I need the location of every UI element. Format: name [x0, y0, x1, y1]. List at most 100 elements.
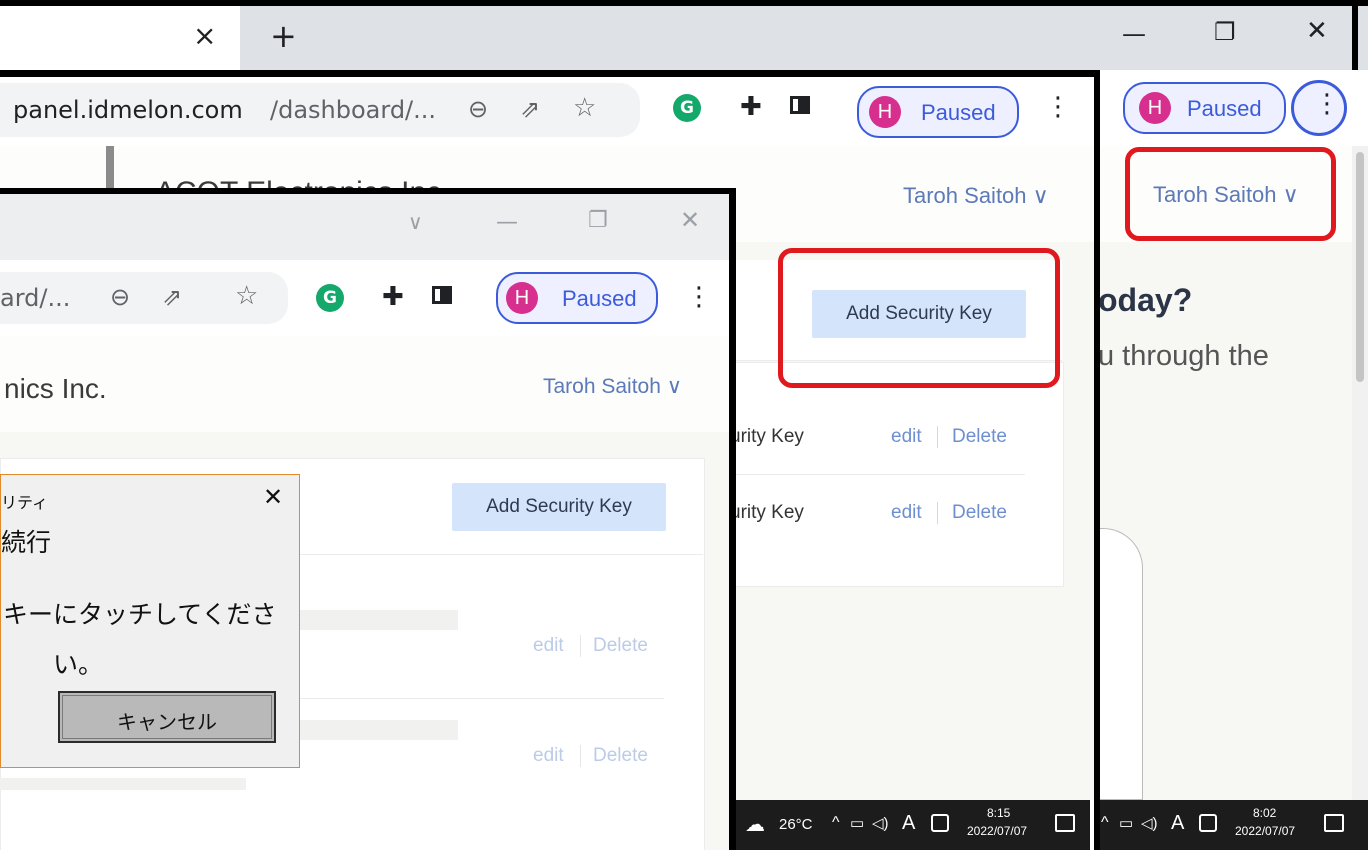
front-add-security-key-button[interactable]: Add Security Key [452, 483, 666, 531]
back-card [1098, 528, 1143, 800]
front-key-edit-link-1[interactable]: edit [533, 635, 564, 657]
front-close-icon[interactable]: ✕ [680, 208, 700, 232]
back-maximize-icon[interactable]: ❐ [1214, 20, 1236, 44]
front-user-menu[interactable]: Taroh Saitoh ∨ [543, 374, 682, 399]
middle-user-menu[interactable]: Taroh Saitoh ∨ [903, 183, 1049, 209]
front-address-bar[interactable]: ard/... ⊖ ⇗ ☆ [0, 272, 288, 324]
url-path: /dashboard/... [270, 96, 437, 124]
middle-toolbar: panel.idmelon.com/dashboard/... ⊖ ⇗ ☆ G … [0, 76, 1100, 147]
front-minimize-icon[interactable]: — [496, 212, 518, 234]
tray-chevron-icon[interactable]: ^ [1101, 814, 1109, 832]
back-taskbar: ^ ▭ ◁) A 8:02 2022/07/07 [1095, 800, 1368, 850]
dialog-cancel-button[interactable]: キャンセル [58, 691, 276, 743]
back-avatar: H [1139, 92, 1171, 124]
middle-taskbar: ☁ 26°C ^ ▭ ◁) A 8:15 2022/07/07 [735, 800, 1090, 850]
front-kebab-menu-icon[interactable]: ⋮ [686, 284, 712, 310]
middle-row-divider [735, 474, 1025, 475]
front-maximize-icon[interactable]: ❐ [588, 210, 608, 232]
tab-close-icon[interactable]: × [193, 22, 216, 50]
middle-key-delete-link-1[interactable]: Delete [952, 426, 1007, 448]
front-window-right-border [729, 188, 736, 850]
middle-kebab-menu-icon[interactable]: ⋮ [1045, 94, 1071, 120]
kebab-menu-icon: ⋮ [1314, 89, 1340, 119]
link-separator [937, 502, 938, 524]
link-separator [937, 426, 938, 448]
front-row-placeholder [0, 778, 246, 790]
front-avatar: H [506, 282, 538, 314]
share-icon[interactable]: ⇗ [520, 97, 540, 121]
link-separator [580, 745, 581, 767]
middle-clock-time[interactable]: 8:15 [987, 806, 1010, 820]
scrollbar-thumb[interactable] [1356, 152, 1364, 382]
back-clock-date[interactable]: 2022/07/07 [1235, 824, 1295, 838]
side-panel-icon[interactable] [790, 96, 810, 114]
middle-key-name-1: urity Key [730, 426, 804, 447]
link-separator [580, 635, 581, 657]
back-close-icon[interactable]: ✕ [1306, 18, 1328, 44]
front-profile-button[interactable]: H Paused [496, 272, 658, 324]
front-key-delete-link-1[interactable]: Delete [593, 635, 648, 657]
middle-address-bar[interactable]: panel.idmelon.com/dashboard/... ⊖ ⇗ ☆ [0, 83, 640, 137]
dialog-message-line1: キーにタッチしてくださ [3, 600, 277, 629]
front-row-divider [240, 698, 664, 699]
zoom-out-icon[interactable]: ⊖ [468, 97, 488, 121]
weather-temperature[interactable]: 26°C [779, 816, 813, 833]
ime-mode-label[interactable]: A [1171, 812, 1184, 835]
back-profile-button[interactable]: H Paused [1123, 82, 1286, 134]
notification-icon[interactable] [1055, 814, 1075, 832]
middle-clock-date[interactable]: 2022/07/07 [967, 824, 1027, 838]
front-paused-label: Paused [562, 286, 637, 311]
tray-chevron-icon[interactable]: ^ [832, 814, 840, 832]
dialog-title-fragment: リティ [1, 493, 49, 512]
share-icon[interactable]: ⇗ [162, 285, 182, 309]
network-icon[interactable]: ▭ [1119, 814, 1133, 832]
notification-icon[interactable] [1324, 814, 1344, 832]
dialog-close-icon[interactable]: ✕ [263, 483, 283, 511]
back-window-top-border [0, 0, 1368, 6]
middle-key-edit-link-1[interactable]: edit [891, 426, 922, 448]
middle-window-right-border [1094, 70, 1100, 850]
back-title-bar: × + — ❐ ✕ [0, 0, 1368, 70]
volume-icon[interactable]: ◁) [1141, 814, 1158, 832]
front-tab-search-icon[interactable]: ∨ [408, 212, 423, 232]
middle-key-name-2: urity Key [730, 502, 804, 523]
back-clock-time[interactable]: 8:02 [1253, 806, 1276, 820]
highlight-add-security-key [778, 248, 1060, 388]
ime-mode-label[interactable]: A [902, 812, 915, 835]
back-subtext-fragment: u through the [1098, 340, 1269, 372]
url-host: panel.idmelon.com [13, 96, 243, 124]
back-window-right-border [1352, 0, 1358, 70]
front-company-fragment: nics Inc. [4, 373, 107, 404]
new-tab-icon[interactable]: + [270, 20, 297, 52]
ime-icon[interactable] [931, 814, 949, 832]
highlight-user-menu [1125, 147, 1336, 241]
scrollbar[interactable] [1352, 146, 1368, 800]
middle-key-edit-link-2[interactable]: edit [891, 502, 922, 524]
dialog-message-line2: い。 [53, 650, 104, 679]
front-key-edit-link-2[interactable]: edit [533, 745, 564, 767]
front-key-delete-link-2[interactable]: Delete [593, 745, 648, 767]
middle-profile-button[interactable]: H Paused [857, 86, 1019, 138]
front-title-bar: ∨ — ❐ ✕ [0, 188, 735, 260]
ime-icon[interactable] [1199, 814, 1217, 832]
volume-icon[interactable]: ◁) [872, 814, 889, 832]
side-panel-icon[interactable] [432, 286, 452, 304]
network-icon[interactable]: ▭ [850, 814, 864, 832]
zoom-out-icon[interactable]: ⊖ [110, 285, 130, 309]
security-key-dialog: リティ ✕ 続行 キーにタッチしてくださ い。 キャンセル [0, 474, 300, 768]
dialog-heading-fragment: 続行 [1, 528, 52, 557]
middle-avatar: H [869, 96, 901, 128]
weather-cloud-icon[interactable]: ☁ [745, 812, 765, 837]
front-toolbar: ard/... ⊖ ⇗ ☆ G ✚ H Paused ⋮ [0, 260, 735, 337]
middle-key-delete-link-2[interactable]: Delete [952, 502, 1007, 524]
bookmark-star-icon[interactable]: ☆ [235, 283, 258, 309]
grammarly-icon[interactable]: G [673, 94, 701, 122]
extensions-icon[interactable]: ✚ [740, 94, 762, 120]
grammarly-icon[interactable]: G [316, 284, 344, 312]
back-minimize-icon[interactable]: — [1122, 22, 1146, 46]
bookmark-star-icon[interactable]: ☆ [573, 95, 596, 121]
extensions-icon[interactable]: ✚ [382, 284, 404, 310]
front-url-fragment: ard/... [0, 284, 71, 312]
back-menu-button[interactable]: ⋮ [1291, 80, 1347, 136]
middle-window-top-border [0, 70, 1100, 77]
